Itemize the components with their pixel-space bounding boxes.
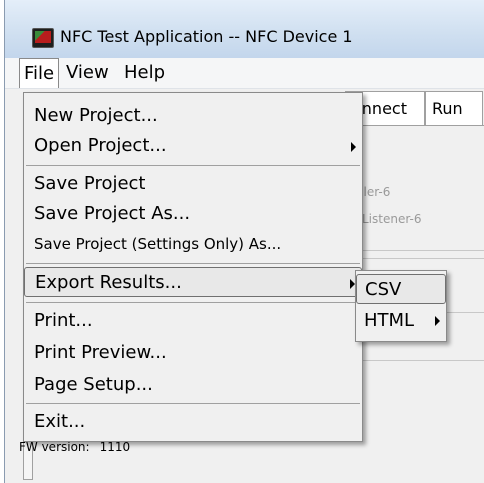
window-title: NFC Test Application -- NFC Device 1 — [60, 27, 353, 46]
listener-6-label: Listener-6 — [362, 212, 422, 226]
menu-view[interactable]: View — [62, 58, 113, 88]
menu-item-new-project[interactable]: New Project... — [24, 101, 362, 131]
divider — [345, 258, 484, 259]
menu-separator — [26, 263, 360, 264]
title-bar[interactable]: NFC Test Application -- NFC Device 1 — [5, 0, 484, 58]
menu-item-label: Save Project — [34, 173, 146, 194]
fw-version-value: 1110 — [99, 440, 131, 454]
menu-help[interactable]: Help — [120, 58, 169, 88]
menu-item-label: New Project... — [34, 105, 158, 126]
menu-item-save-settings-only[interactable]: Save Project (Settings Only) As... — [24, 229, 362, 259]
menu-item-page-setup[interactable]: Page Setup... — [24, 370, 362, 400]
menu-bar: File View Help — [5, 58, 484, 89]
nfc-app-icon[interactable] — [32, 28, 54, 48]
divider — [345, 360, 484, 361]
menu-item-label: Exit... — [34, 411, 86, 432]
fw-version-row: FW version: 1110 — [19, 440, 130, 454]
menu-item-exit[interactable]: Exit... — [24, 407, 362, 437]
menu-item-label: Open Project... — [34, 135, 167, 156]
tab-run[interactable]: Run — [425, 91, 483, 125]
chevron-right-icon — [351, 142, 356, 152]
menu-item-print-preview[interactable]: Print Preview... — [24, 338, 362, 368]
menu-item-export-results[interactable]: Export Results... — [24, 267, 362, 297]
menu-file[interactable]: File — [19, 58, 60, 88]
menu-item-save-project-as[interactable]: Save Project As... — [24, 199, 362, 229]
submenu-item-csv[interactable]: CSV — [356, 274, 446, 304]
chevron-right-icon — [435, 316, 440, 326]
submenu-item-html[interactable]: HTML — [356, 306, 446, 336]
menu-item-label: Export Results... — [35, 272, 182, 293]
divider — [345, 250, 484, 251]
menu-separator — [26, 302, 360, 303]
menu-item-open-project[interactable]: Open Project... — [24, 131, 362, 161]
menu-item-save-project[interactable]: Save Project — [24, 169, 362, 199]
export-submenu: CSV HTML — [355, 270, 447, 342]
divider — [445, 312, 484, 313]
menu-item-print[interactable]: Print... — [24, 306, 362, 336]
menu-item-label: Page Setup... — [34, 374, 153, 395]
menu-item-label: Print Preview... — [34, 342, 167, 363]
menu-item-label: Print... — [34, 310, 93, 331]
menu-separator — [26, 165, 360, 166]
file-menu: New Project... Open Project... Save Proj… — [23, 92, 363, 442]
submenu-item-label: CSV — [365, 279, 402, 300]
menu-item-label: Save Project As... — [34, 203, 191, 224]
submenu-item-label: HTML — [364, 310, 415, 331]
menu-separator — [26, 403, 360, 404]
tab-strip: onnect Run — [345, 89, 484, 126]
fw-version-label: FW version: — [19, 440, 90, 454]
menu-item-label: Save Project (Settings Only) As... — [34, 235, 282, 253]
